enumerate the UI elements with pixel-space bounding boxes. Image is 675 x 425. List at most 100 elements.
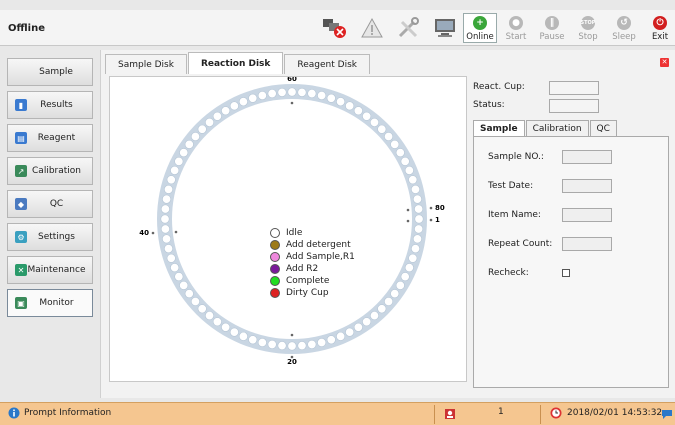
reaction-cup[interactable] <box>221 322 231 332</box>
reaction-cup[interactable] <box>395 148 405 158</box>
reaction-cup[interactable] <box>174 272 184 282</box>
reaction-cup[interactable] <box>174 156 184 166</box>
reaction-cup[interactable] <box>164 184 174 194</box>
reaction-cup[interactable] <box>336 97 346 107</box>
reaction-cup[interactable] <box>179 280 189 290</box>
reaction-cup[interactable] <box>257 91 267 101</box>
sidebar-item-maintenance[interactable]: ✕ Maintenance <box>7 256 93 284</box>
reaction-cup[interactable] <box>400 156 410 166</box>
reaction-cup[interactable] <box>267 339 277 349</box>
reaction-cup[interactable] <box>229 327 239 337</box>
lis-computer-icon[interactable] <box>429 14 463 42</box>
reaction-cup[interactable] <box>410 184 420 194</box>
reaction-cup[interactable] <box>307 339 317 349</box>
reaction-cup[interactable] <box>170 263 180 273</box>
reaction-cup[interactable] <box>412 234 422 244</box>
reaction-cup[interactable] <box>162 234 172 244</box>
stop-button[interactable]: STOP Stop <box>571 13 605 43</box>
reaction-cup[interactable] <box>229 101 239 111</box>
recheck-checkbox[interactable] <box>562 269 570 277</box>
reaction-cup[interactable] <box>160 214 170 224</box>
reaction-cup[interactable] <box>190 296 200 306</box>
reaction-cup[interactable] <box>277 341 287 351</box>
reaction-cup[interactable] <box>353 106 363 116</box>
reaction-cup[interactable] <box>166 253 176 263</box>
prompt-information[interactable]: Prompt Information <box>8 407 111 419</box>
tab-sample-disk[interactable]: Sample Disk <box>105 54 187 74</box>
reaction-cup[interactable] <box>297 341 307 351</box>
reaction-cup[interactable] <box>160 224 170 234</box>
reaction-cup[interactable] <box>408 175 418 185</box>
sidebar-item-reagent[interactable]: ▤ Reagent <box>7 124 93 152</box>
reaction-cup[interactable] <box>166 175 176 185</box>
reaction-cup[interactable] <box>336 331 346 341</box>
reaction-cup[interactable] <box>221 106 231 116</box>
sidebar-item-calibration[interactable]: ↗ Calibration <box>7 157 93 185</box>
sidebar-item-qc[interactable]: ◆ QC <box>7 190 93 218</box>
reaction-cup[interactable] <box>257 337 267 347</box>
reaction-cup[interactable] <box>267 89 277 99</box>
reaction-cup[interactable] <box>414 224 424 234</box>
reaction-cup[interactable] <box>160 204 170 214</box>
reaction-cup[interactable] <box>362 317 372 327</box>
reaction-cup[interactable] <box>410 244 420 254</box>
reaction-cup[interactable] <box>326 335 336 345</box>
reaction-cup[interactable] <box>170 165 180 175</box>
reaction-cup[interactable] <box>362 111 372 121</box>
reaction-cup[interactable] <box>377 304 387 314</box>
reaction-cup[interactable] <box>412 194 422 204</box>
reaction-cup[interactable] <box>414 214 424 224</box>
reaction-cup[interactable] <box>162 194 172 204</box>
user-icon[interactable] <box>444 408 456 420</box>
close-icon[interactable]: ✕ <box>660 58 669 67</box>
reaction-cup[interactable] <box>345 327 355 337</box>
tab-reaction-disk[interactable]: Reaction Disk <box>187 52 284 74</box>
reaction-cup[interactable] <box>404 263 414 273</box>
reaction-cup[interactable] <box>277 87 287 97</box>
reaction-cup[interactable] <box>369 311 379 321</box>
reaction-cup[interactable] <box>205 117 215 127</box>
exit-button[interactable]: ⏻ Exit <box>643 13 675 43</box>
reaction-cup[interactable] <box>179 148 189 158</box>
sleep-button[interactable]: ↺ Sleep <box>607 13 641 43</box>
reaction-cup[interactable] <box>184 139 194 149</box>
reaction-cup[interactable] <box>404 165 414 175</box>
reaction-cup[interactable] <box>408 253 418 263</box>
reaction-cup[interactable] <box>353 322 363 332</box>
sidebar-item-sample[interactable]: Sample <box>7 58 93 86</box>
reaction-cup[interactable] <box>384 132 394 142</box>
tab-reagent-disk[interactable]: Reagent Disk <box>284 54 370 74</box>
reaction-cup[interactable] <box>212 111 222 121</box>
online-button[interactable]: + Online <box>463 13 497 43</box>
pause-button[interactable]: ‖ Pause <box>535 13 569 43</box>
reaction-cup[interactable] <box>326 93 336 103</box>
connection-error-icon[interactable] <box>318 14 352 42</box>
reaction-cup[interactable] <box>400 272 410 282</box>
subtab-qc[interactable]: QC <box>589 120 617 136</box>
reaction-cup[interactable] <box>369 117 379 127</box>
start-button[interactable]: ● Start <box>499 13 533 43</box>
reaction-cup[interactable] <box>390 289 400 299</box>
reaction-cup[interactable] <box>377 124 387 134</box>
reaction-cup[interactable] <box>184 289 194 299</box>
reaction-cup[interactable] <box>345 101 355 111</box>
reaction-cup[interactable] <box>238 331 248 341</box>
reaction-cup[interactable] <box>287 341 297 351</box>
reaction-cup[interactable] <box>205 311 215 321</box>
reaction-cup[interactable] <box>238 97 248 107</box>
reaction-cup[interactable] <box>212 317 222 327</box>
reaction-cup[interactable] <box>197 124 207 134</box>
chat-icon[interactable] <box>661 408 673 420</box>
subtab-sample[interactable]: Sample <box>473 120 525 136</box>
reaction-cup[interactable] <box>384 296 394 306</box>
warning-icon[interactable] <box>355 14 389 42</box>
reaction-cup[interactable] <box>248 335 258 345</box>
reaction-cup[interactable] <box>248 93 258 103</box>
reaction-cup[interactable] <box>395 280 405 290</box>
subtab-calibration[interactable]: Calibration <box>525 120 589 136</box>
tools-icon[interactable] <box>392 14 426 42</box>
reaction-cup[interactable] <box>297 87 307 97</box>
reaction-cup[interactable] <box>190 132 200 142</box>
reaction-cup[interactable] <box>390 139 400 149</box>
sidebar-item-settings[interactable]: ⚙ Settings <box>7 223 93 251</box>
